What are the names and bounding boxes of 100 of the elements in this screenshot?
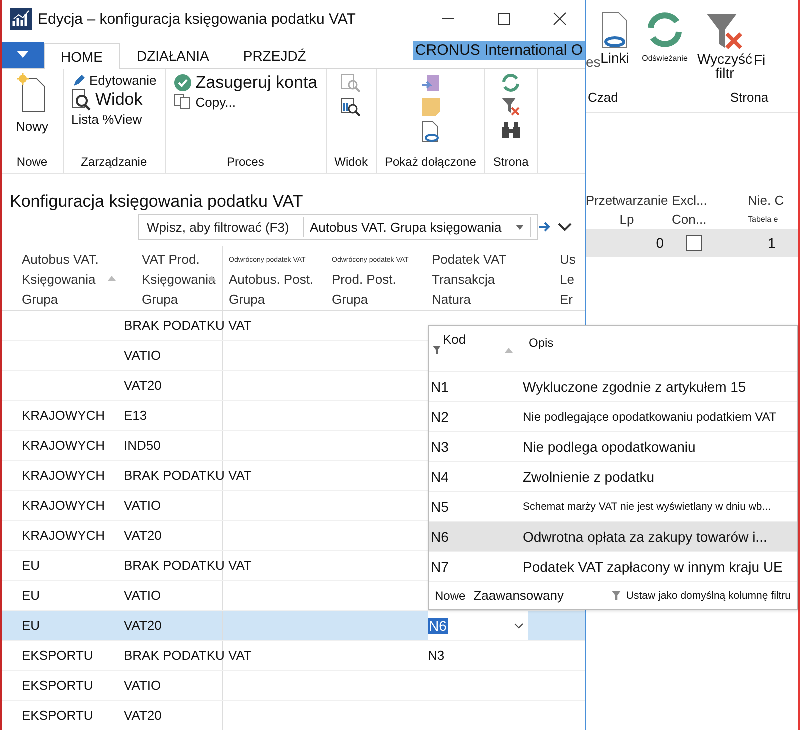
find-icon <box>341 73 362 93</box>
ribbon-button[interactable]: Edytowanie <box>72 73 157 88</box>
table-cell: N3 <box>428 648 445 663</box>
close-icon <box>553 12 567 26</box>
table-row[interactable]: 0 1 <box>586 229 798 257</box>
table-cell: EU <box>22 588 40 603</box>
column-header[interactable]: Excl... <box>672 191 708 210</box>
column-header[interactable]: Autobus VAT. <box>22 250 122 270</box>
table-cell: VAT20 <box>124 708 162 723</box>
collapse-icon[interactable] <box>558 222 572 232</box>
table-cell: VATIO <box>124 498 162 513</box>
column-header[interactable]: Grupa <box>142 290 222 310</box>
table-cell: VAT20 <box>124 618 162 633</box>
ribbon-button[interactable]: Copy... <box>174 94 236 110</box>
column-header[interactable]: Transakcja <box>432 270 560 290</box>
column-header[interactable]: Us <box>560 250 585 270</box>
ribbon-button[interactable]: Lista %View <box>72 112 142 127</box>
table-cell: KRAJOWYCH <box>22 468 106 483</box>
checkbox[interactable] <box>686 235 702 251</box>
table-cell: BRAK PODATKU VAT <box>124 468 252 483</box>
lookup-row[interactable]: N4 Zwolnienie z podatku <box>429 462 797 492</box>
table-cell: EU <box>22 618 40 633</box>
links-button[interactable] <box>420 121 441 143</box>
column-header[interactable]: Grupa <box>332 290 428 310</box>
column-header[interactable]: Natura <box>432 290 560 310</box>
group-label: Strona <box>730 90 769 105</box>
table-row[interactable]: EKSPORTU VAT20 <box>2 701 585 730</box>
column-header[interactable]: Grupa <box>229 290 326 310</box>
table-row[interactable]: EU VAT20 N6 <box>2 611 585 641</box>
table-cell: VATIO <box>124 678 162 693</box>
column-header[interactable]: Księgowania <box>22 270 122 290</box>
refresh-button[interactable] <box>501 73 522 93</box>
sort-arrow-icon[interactable] <box>208 276 216 281</box>
refresh-button[interactable]: Odświeżanie <box>640 12 690 63</box>
ribbon-button[interactable]: Zasugeruj konta <box>174 73 318 93</box>
new-button[interactable]: Nowy <box>10 73 55 134</box>
clear-filter-icon <box>501 97 522 117</box>
find-columns-button[interactable] <box>341 97 362 117</box>
page-title: Konfiguracja księgowania podatku VAT <box>10 192 304 212</box>
clear-filter-button[interactable]: Wyczyść filtr <box>698 12 752 80</box>
column-header[interactable]: Er <box>560 290 585 310</box>
ribbon-tab[interactable]: PRZEJDŹ <box>226 43 324 68</box>
column-header[interactable]: Autobus. Post. <box>229 270 326 290</box>
table-cell: EKSPORTU <box>22 678 94 693</box>
table-row[interactable]: EKSPORTU VATIO <box>2 671 585 701</box>
maximize-icon <box>497 12 511 26</box>
column-header[interactable]: Le <box>560 270 585 290</box>
group-label: Zarządzanie <box>80 155 148 171</box>
ribbon-tab[interactable]: HOME <box>44 43 120 69</box>
ribbon-tab[interactable]: DZIAŁANIA <box>120 43 226 68</box>
column-header[interactable]: Nie. C <box>748 191 784 210</box>
lookup-row[interactable]: N2 Nie podlegające opodatkowaniu podatkiem VAT <box>429 402 797 432</box>
filter-icon[interactable] <box>433 346 441 354</box>
links-button[interactable]: Linki <box>600 12 630 66</box>
column-header[interactable]: Con... <box>672 210 707 229</box>
new-document-icon <box>17 73 48 113</box>
table-row[interactable]: EKSPORTU BRAK PODATKU VAT N3 <box>2 641 585 671</box>
ribbon-button[interactable]: Widok <box>72 89 143 111</box>
table-cell: EKSPORTU <box>22 708 94 723</box>
default-filter-link[interactable]: Ustaw jako domyślną kolumnę filtru <box>612 590 791 602</box>
lookup-row[interactable]: N6 Odwrotna opłata za zakupy towarów i... <box>429 522 797 552</box>
table-cell: BRAK PODATKU VAT <box>124 558 252 573</box>
ribbon-label: es <box>586 54 600 70</box>
clear-filter-button[interactable] <box>501 97 522 117</box>
refresh-icon <box>501 73 522 93</box>
table-cell: VATIO <box>124 348 162 363</box>
company-name: CRONUS International O <box>413 41 585 60</box>
column-header[interactable]: Grupa <box>22 290 122 310</box>
clear-filter-icon <box>705 12 745 52</box>
column-header[interactable]: Tabela e <box>748 210 778 229</box>
advanced-link[interactable]: Zaawansowany <box>474 588 564 603</box>
lookup-row[interactable]: N1 Wykluczone zgodnie z artykułem 15 <box>429 372 797 402</box>
table-cell: EKSPORTU <box>22 648 94 663</box>
table-cell: VAT20 <box>124 528 162 543</box>
column-header[interactable]: Księgowania <box>142 270 222 290</box>
group-label: Czad <box>588 90 618 105</box>
document-link-icon <box>600 12 630 50</box>
column-header[interactable]: Przetwarzanie <box>586 191 668 210</box>
app-menu-button[interactable] <box>2 42 44 68</box>
lookup-row[interactable]: N7 Podatek VAT zapłacony w innym kraju UE <box>429 552 797 582</box>
ribbon-label: Fi <box>754 52 766 68</box>
group-label: Nowe <box>16 155 49 171</box>
table-cell-text: 0 <box>655 235 664 251</box>
copy-icon <box>174 94 192 110</box>
column-header[interactable]: Prod. Post. <box>332 270 428 290</box>
table-cell: 1 <box>768 235 776 251</box>
find-button[interactable] <box>501 121 522 139</box>
new-link[interactable]: Nowe <box>435 588 466 602</box>
filter-column-dropdown[interactable]: Autobus VAT. Grupa księgowania <box>304 217 531 237</box>
lookup-row[interactable]: N3 Nie podlega opodatkowaniu <box>429 432 797 462</box>
group-label: Proces <box>226 155 266 171</box>
column-header[interactable]: Podatek VAT <box>432 250 560 270</box>
nature-dropdown[interactable]: N6 <box>428 611 528 640</box>
table-cell: IND50 <box>124 438 161 453</box>
column-header[interactable]: Lp <box>620 210 634 229</box>
table-cell-text: N1 <box>430 378 450 394</box>
column-header[interactable]: VAT Prod. <box>142 250 222 270</box>
window-title: Edycja – konfiguracja księgowania podatku VAT <box>38 10 357 28</box>
magnifier-icon <box>72 89 92 111</box>
binoculars-icon <box>501 121 522 139</box>
